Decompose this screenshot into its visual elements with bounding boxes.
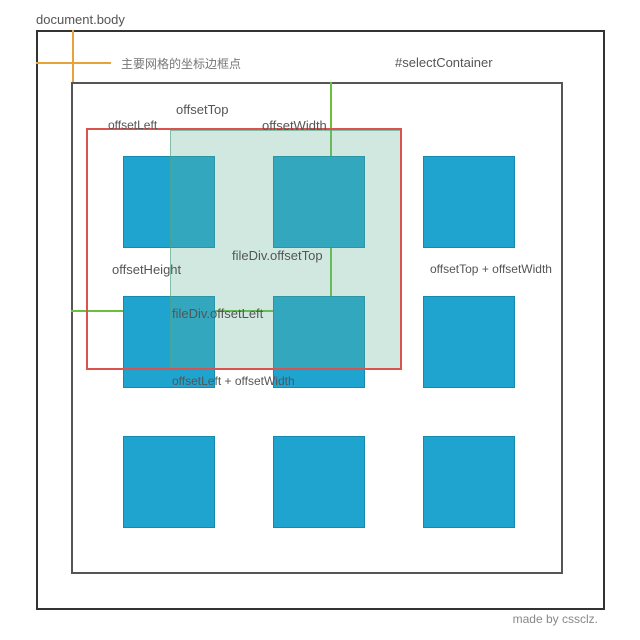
red-guide-bottom xyxy=(86,368,402,370)
file-square xyxy=(123,436,215,528)
red-guide-right xyxy=(400,128,402,370)
file-square xyxy=(423,296,515,388)
label-offset-left: offsetLeft xyxy=(108,118,157,132)
orange-guide-vertical xyxy=(72,30,74,85)
file-square xyxy=(423,156,515,248)
label-select-container: #selectContainer xyxy=(395,55,493,70)
label-document-body: document.body xyxy=(36,12,125,27)
file-square xyxy=(273,436,365,528)
label-left-plus-width: offsetLeft + offsetWidth xyxy=(172,374,295,388)
caption: 主要网格的坐标边框点 xyxy=(121,55,241,72)
label-file-offset-top: fileDiv.offsetTop xyxy=(232,248,323,263)
credit: made by cssclz. xyxy=(513,612,598,626)
label-file-offset-left: fileDiv.offsetLeft xyxy=(172,306,263,321)
diagram-stage: document.body 主要网格的坐标边框点 #selectContaine… xyxy=(0,0,640,640)
label-offset-width: offsetWidth xyxy=(262,118,327,133)
label-top-plus-width: offsetTop + offsetWidth xyxy=(430,262,552,276)
file-square xyxy=(423,436,515,528)
label-offset-top: offsetTop xyxy=(176,102,229,117)
label-offset-height: offsetHeight xyxy=(112,262,181,277)
red-guide-left xyxy=(86,128,88,370)
